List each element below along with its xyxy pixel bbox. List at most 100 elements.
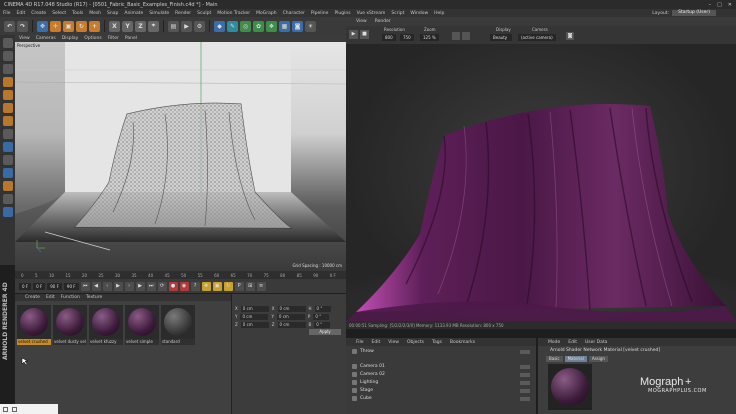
mm-menu-function[interactable]: Function: [61, 295, 80, 300]
menu-simulate[interactable]: Simulate: [149, 11, 169, 16]
goto-end-icon[interactable]: ⏭: [146, 281, 156, 291]
menu-tools[interactable]: Tools: [72, 11, 83, 16]
layout-dropdown[interactable]: Startup (User): [672, 10, 716, 16]
workplane-lock-icon[interactable]: [2, 168, 13, 178]
tag-icon[interactable]: [520, 349, 530, 354]
tag-icon[interactable]: [520, 380, 530, 385]
axis-y-button[interactable]: Y: [122, 20, 133, 32]
object-row[interactable]: Camera 01: [352, 363, 530, 370]
render-play-icon[interactable]: ▶: [349, 30, 358, 39]
key-rotation-icon[interactable]: ↻: [223, 281, 233, 291]
camera-icon[interactable]: ◙: [292, 20, 303, 32]
apply-button[interactable]: Apply: [309, 329, 341, 335]
tab-assign[interactable]: Assign: [588, 356, 608, 362]
workplane-icon[interactable]: [2, 77, 13, 87]
viewport-menu-view[interactable]: View: [19, 36, 30, 41]
close-icon[interactable]: ✕: [728, 2, 732, 8]
play-icon[interactable]: ▶: [113, 281, 123, 291]
move-icon[interactable]: ✛: [50, 20, 61, 32]
render-settings-icon[interactable]: ⚙: [194, 20, 205, 32]
deformer-icon[interactable]: ❖: [266, 20, 277, 32]
menu-script[interactable]: Script: [391, 11, 404, 16]
viewport-menu-filter[interactable]: Filter: [108, 36, 119, 41]
current-frame-field[interactable]: 0 F: [33, 282, 46, 290]
keyframe-selection-icon[interactable]: ?: [190, 281, 200, 291]
undo-icon[interactable]: ↶: [4, 20, 15, 32]
fit-icon[interactable]: [452, 32, 460, 40]
menu-create[interactable]: Create: [31, 11, 46, 16]
viewport-menu-display[interactable]: Display: [62, 36, 79, 41]
menu-snap[interactable]: Snap: [107, 11, 118, 16]
window-square-icon[interactable]: [3, 406, 8, 412]
object-row[interactable]: Lighting: [352, 379, 530, 386]
window-square-icon[interactable]: [12, 406, 17, 412]
step-forward-icon[interactable]: ›: [124, 281, 134, 291]
render-menu-render[interactable]: Render: [375, 19, 391, 24]
zoom-field[interactable]: 125 %: [420, 34, 439, 41]
menu-edit[interactable]: Edit: [17, 11, 26, 16]
viewport-menu-panel[interactable]: Panel: [125, 36, 137, 41]
cube-primitive-icon[interactable]: ◆: [214, 20, 225, 32]
make-editable-icon[interactable]: [2, 38, 13, 48]
am-menu-mode[interactable]: Mode: [548, 340, 560, 345]
tag-icon[interactable]: [520, 372, 530, 377]
am-menu-user-data[interactable]: User Data: [585, 340, 607, 345]
light-icon[interactable]: ☀: [305, 20, 316, 32]
array-icon[interactable]: ✿: [253, 20, 264, 32]
material-swatch[interactable]: velvet kfuzzy: [89, 305, 123, 345]
region-icon[interactable]: [462, 32, 470, 40]
viewport-menu-cameras[interactable]: Cameras: [36, 36, 56, 41]
key-param-icon[interactable]: P: [234, 281, 244, 291]
menu-file[interactable]: File: [3, 11, 11, 16]
render-stop-icon[interactable]: ■: [360, 30, 369, 39]
menu-animate[interactable]: Animate: [124, 11, 143, 16]
om-menu-view[interactable]: View: [388, 340, 399, 345]
maximize-icon[interactable]: □: [717, 2, 722, 8]
object-row[interactable]: Throw: [352, 348, 530, 355]
create-object-icon[interactable]: +: [89, 20, 100, 32]
tag-icon[interactable]: [520, 388, 530, 393]
om-menu-tags[interactable]: Tags: [432, 340, 442, 345]
menu-motion-tracker[interactable]: Motion Tracker: [217, 11, 250, 16]
mm-menu-texture[interactable]: Texture: [86, 295, 102, 300]
menu-mograph[interactable]: MoGraph: [256, 11, 276, 16]
tab-material[interactable]: Material: [564, 356, 587, 362]
start-frame-field[interactable]: 0 F: [19, 282, 32, 290]
timeline-menu-icon[interactable]: ≡: [256, 281, 266, 291]
om-menu-edit[interactable]: Edit: [372, 340, 381, 345]
goto-start-icon[interactable]: ⏮: [80, 281, 90, 291]
om-menu-bookmarks[interactable]: Bookmarks: [450, 340, 475, 345]
menu-select[interactable]: Select: [52, 11, 66, 16]
tag-icon[interactable]: [520, 364, 530, 369]
prev-key-icon[interactable]: ◀: [91, 281, 101, 291]
key-scale-icon[interactable]: ▣: [212, 281, 222, 291]
am-menu-edit[interactable]: Edit: [568, 340, 577, 345]
perspective-viewport[interactable]: Perspective Grid Spacing : 10000 cm: [15, 42, 346, 271]
camera-dropdown[interactable]: (active camera): [518, 34, 556, 41]
menu-help[interactable]: Help: [434, 11, 444, 16]
scale-icon[interactable]: ▣: [63, 20, 74, 32]
display-dropdown[interactable]: Beauty: [490, 34, 512, 41]
mm-menu-create[interactable]: Create: [25, 295, 40, 300]
render-region-icon[interactable]: ▤: [168, 20, 179, 32]
om-menu-objects[interactable]: Objects: [407, 340, 424, 345]
next-key-icon[interactable]: ▶: [135, 281, 145, 291]
solo-icon[interactable]: [2, 194, 13, 204]
key-pla-icon[interactable]: ⊞: [245, 281, 255, 291]
key-position-icon[interactable]: ✥: [201, 281, 211, 291]
render-output[interactable]: [346, 44, 736, 321]
sculpt-icon[interactable]: [2, 181, 13, 191]
render-view-icon[interactable]: ▶: [181, 20, 192, 32]
snapshot-camera-icon[interactable]: ◙: [566, 32, 574, 40]
autokey-icon[interactable]: ◉: [179, 281, 189, 291]
edge-mode-icon[interactable]: [2, 103, 13, 113]
timeline[interactable]: 0 5 10 15 20 25 30 35 40 45 50 55 60 65 …: [15, 271, 346, 279]
rotate-icon[interactable]: ↻: [76, 20, 87, 32]
texture-mode-icon[interactable]: [2, 64, 13, 74]
step-back-icon[interactable]: ‹: [102, 281, 112, 291]
snap-icon[interactable]: [2, 155, 13, 165]
viewport-menu-options[interactable]: Options: [84, 36, 101, 41]
menu-plugins[interactable]: Plugins: [334, 11, 350, 16]
preview-end-field[interactable]: 90 F: [63, 282, 79, 290]
coordinate-system-icon[interactable]: ⌖: [148, 20, 159, 32]
